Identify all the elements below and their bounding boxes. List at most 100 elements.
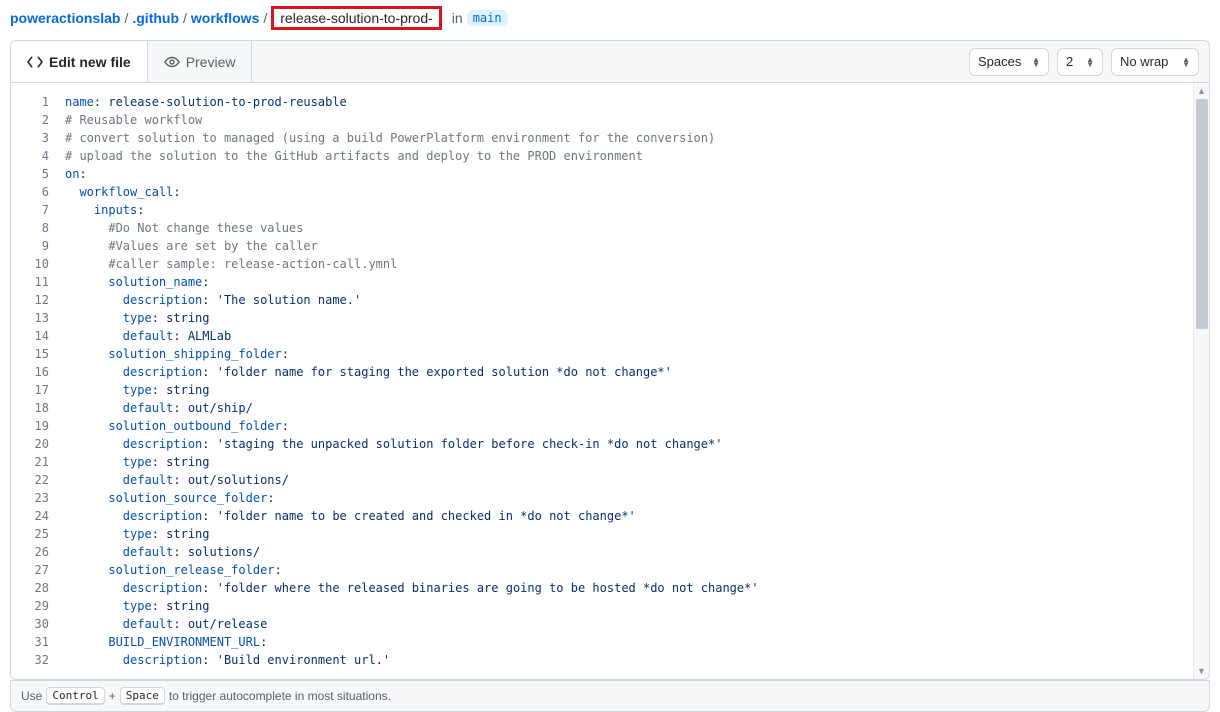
breadcrumb: poweractionslab / .github / workflows / … <box>0 0 1220 40</box>
indent-select[interactable]: Spaces ▲▼ <box>969 48 1049 76</box>
editor-settings: Spaces ▲▼ 2 ▲▼ No wrap ▲▼ <box>969 41 1209 82</box>
breadcrumb-sep: / <box>263 10 267 26</box>
code-line[interactable]: # convert solution to managed (using a b… <box>65 129 1209 147</box>
code-line[interactable]: type: string <box>65 525 1209 543</box>
line-number: 31 <box>11 633 49 651</box>
kbd-space: Space <box>120 687 165 705</box>
indent-size-value: 2 <box>1066 54 1073 69</box>
filename-input[interactable]: release-solution-to-prod- <box>271 6 442 30</box>
breadcrumb-sep: / <box>183 10 187 26</box>
breadcrumb-sep: / <box>124 10 128 26</box>
updown-icon: ▲▼ <box>1086 57 1094 67</box>
code-line[interactable]: description: 'The solution name.' <box>65 291 1209 309</box>
indent-value: Spaces <box>978 54 1021 69</box>
wrap-select[interactable]: No wrap ▲▼ <box>1111 48 1199 76</box>
code-line[interactable]: solution_name: <box>65 273 1209 291</box>
indent-size-select[interactable]: 2 ▲▼ <box>1057 48 1103 76</box>
code-line[interactable]: description: 'folder name to be created … <box>65 507 1209 525</box>
line-number: 1 <box>11 93 49 111</box>
code-line[interactable]: type: string <box>65 309 1209 327</box>
code-line[interactable]: solution_source_folder: <box>65 489 1209 507</box>
line-number: 7 <box>11 201 49 219</box>
breadcrumb-path-1[interactable]: .github <box>132 10 179 26</box>
code-line[interactable]: #Values are set by the caller <box>65 237 1209 255</box>
scroll-down-icon[interactable]: ▼ <box>1194 663 1209 679</box>
breadcrumb-repo[interactable]: poweractionslab <box>10 10 120 26</box>
line-number: 6 <box>11 183 49 201</box>
editor-container: Edit new file Preview Spaces ▲▼ 2 ▲▼ No … <box>10 40 1210 680</box>
line-number: 12 <box>11 291 49 309</box>
line-number: 8 <box>11 219 49 237</box>
line-number: 27 <box>11 561 49 579</box>
line-number: 2 <box>11 111 49 129</box>
line-number: 29 <box>11 597 49 615</box>
line-number: 25 <box>11 525 49 543</box>
code-line[interactable]: #Do Not change these values <box>65 219 1209 237</box>
line-number: 26 <box>11 543 49 561</box>
updown-icon: ▲▼ <box>1032 57 1040 67</box>
in-label: in <box>452 10 463 26</box>
editor-tabbar: Edit new file Preview Spaces ▲▼ 2 ▲▼ No … <box>11 41 1209 83</box>
code-icon <box>27 54 43 70</box>
code-line[interactable]: default: out/ship/ <box>65 399 1209 417</box>
line-number: 13 <box>11 309 49 327</box>
tab-preview[interactable]: Preview <box>148 41 253 82</box>
line-number: 28 <box>11 579 49 597</box>
editor-footer: Use Control + Space to trigger autocompl… <box>10 680 1210 712</box>
code-line[interactable]: name: release-solution-to-prod-reusable <box>65 93 1209 111</box>
branch-badge[interactable]: main <box>467 10 508 26</box>
code-line[interactable]: default: out/release <box>65 615 1209 633</box>
code-line[interactable]: solution_release_folder: <box>65 561 1209 579</box>
updown-icon: ▲▼ <box>1182 57 1190 67</box>
line-number: 9 <box>11 237 49 255</box>
code-line[interactable]: type: string <box>65 597 1209 615</box>
line-number: 10 <box>11 255 49 273</box>
footer-plus: + <box>109 689 116 703</box>
code-line[interactable]: description: 'Build environment url.' <box>65 651 1209 669</box>
kbd-control: Control <box>46 687 104 705</box>
code-line[interactable]: solution_outbound_folder: <box>65 417 1209 435</box>
breadcrumb-path-2[interactable]: workflows <box>191 10 259 26</box>
line-number: 18 <box>11 399 49 417</box>
footer-use: Use <box>21 689 42 703</box>
line-number: 3 <box>11 129 49 147</box>
line-number: 15 <box>11 345 49 363</box>
code-line[interactable]: description: 'folder name for staging th… <box>65 363 1209 381</box>
code-line[interactable]: # Reusable workflow <box>65 111 1209 129</box>
line-number: 16 <box>11 363 49 381</box>
scroll-thumb[interactable] <box>1196 99 1208 329</box>
code-line[interactable]: BUILD_ENVIRONMENT_URL: <box>65 633 1209 651</box>
line-number: 5 <box>11 165 49 183</box>
line-number: 30 <box>11 615 49 633</box>
code-line[interactable]: description: 'staging the unpacked solut… <box>65 435 1209 453</box>
vertical-scrollbar[interactable]: ▲ ▼ <box>1193 83 1209 679</box>
code-line[interactable]: default: solutions/ <box>65 543 1209 561</box>
line-number: 22 <box>11 471 49 489</box>
code-line[interactable]: type: string <box>65 381 1209 399</box>
code-line[interactable]: default: ALMLab <box>65 327 1209 345</box>
code-line[interactable]: default: out/solutions/ <box>65 471 1209 489</box>
code-line[interactable]: type: string <box>65 453 1209 471</box>
footer-rest: to trigger autocomplete in most situatio… <box>169 689 391 703</box>
code-line[interactable]: inputs: <box>65 201 1209 219</box>
line-number: 23 <box>11 489 49 507</box>
line-number: 17 <box>11 381 49 399</box>
tab-edit[interactable]: Edit new file <box>11 41 148 82</box>
code-line[interactable]: solution_shipping_folder: <box>65 345 1209 363</box>
line-number: 21 <box>11 453 49 471</box>
code-content[interactable]: name: release-solution-to-prod-reusable#… <box>59 83 1209 679</box>
scroll-up-icon[interactable]: ▲ <box>1194 83 1209 99</box>
code-line[interactable]: # upload the solution to the GitHub arti… <box>65 147 1209 165</box>
line-number: 11 <box>11 273 49 291</box>
line-number: 20 <box>11 435 49 453</box>
code-editor[interactable]: 1234567891011121314151617181920212223242… <box>11 83 1209 679</box>
code-line[interactable]: on: <box>65 165 1209 183</box>
line-number: 19 <box>11 417 49 435</box>
tab-edit-label: Edit new file <box>49 54 131 70</box>
code-line[interactable]: #caller sample: release-action-call.ymnl <box>65 255 1209 273</box>
tab-preview-label: Preview <box>186 54 236 70</box>
line-number: 24 <box>11 507 49 525</box>
code-line[interactable]: workflow_call: <box>65 183 1209 201</box>
line-number: 4 <box>11 147 49 165</box>
code-line[interactable]: description: 'folder where the released … <box>65 579 1209 597</box>
